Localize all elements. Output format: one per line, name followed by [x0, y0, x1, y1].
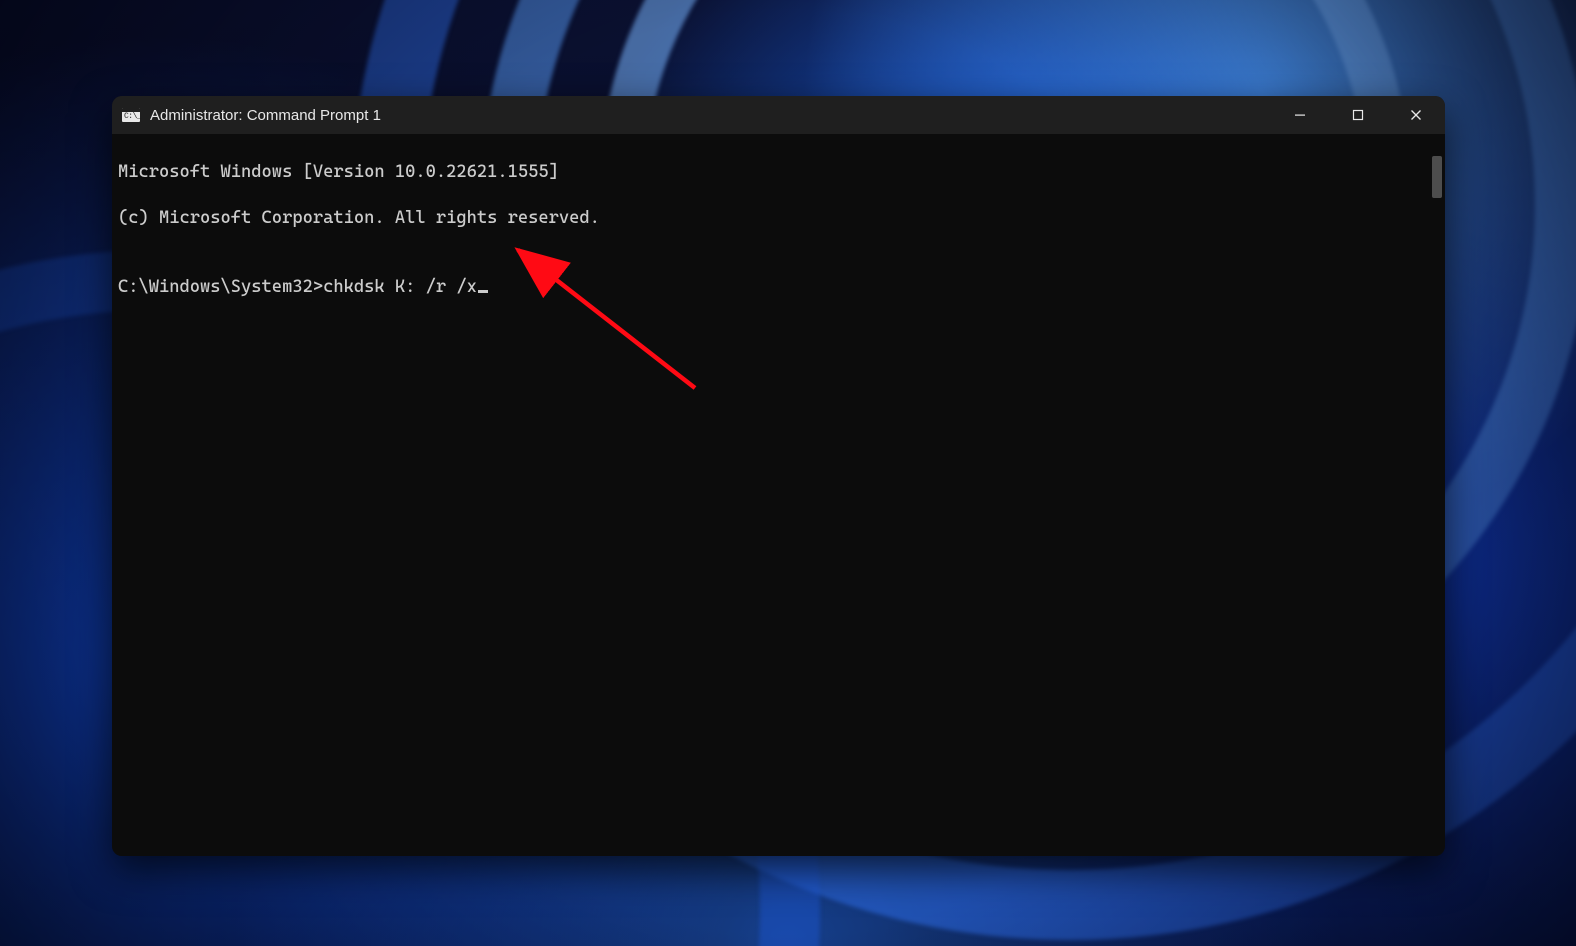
titlebar[interactable]: Administrator: Command Prompt 1 [112, 96, 1445, 134]
terminal-prompt-line: C:\Windows\System32>chkdsk K: /r /x [118, 276, 1439, 299]
terminal-output[interactable]: Microsoft Windows [Version 10.0.22621.15… [112, 134, 1445, 856]
maximize-button[interactable] [1329, 96, 1387, 134]
terminal-command: chkdsk K: /r /x [323, 277, 477, 297]
terminal-cursor [478, 290, 488, 293]
window-controls [1271, 96, 1445, 134]
window-title: Administrator: Command Prompt 1 [150, 107, 381, 124]
desktop-wallpaper: Administrator: Command Prompt 1 [0, 0, 1576, 946]
command-prompt-window: Administrator: Command Prompt 1 [112, 96, 1445, 856]
terminal-line: Microsoft Windows [Version 10.0.22621.15… [118, 161, 1439, 184]
terminal-prompt: C:\Windows\System32> [118, 277, 323, 297]
scrollbar-thumb[interactable] [1432, 156, 1442, 198]
minimize-icon [1294, 109, 1306, 121]
cmd-icon [122, 108, 140, 122]
close-icon [1410, 109, 1422, 121]
close-button[interactable] [1387, 96, 1445, 134]
maximize-icon [1352, 109, 1364, 121]
terminal-line: (c) Microsoft Corporation. All rights re… [118, 207, 1439, 230]
minimize-button[interactable] [1271, 96, 1329, 134]
